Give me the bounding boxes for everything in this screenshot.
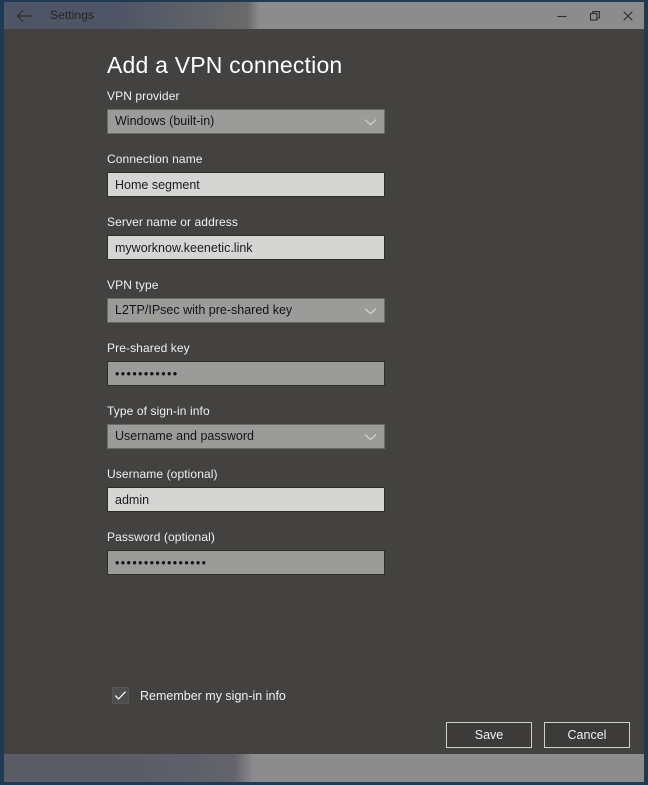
cancel-button[interactable]: Cancel <box>544 722 630 748</box>
label-vpn-type: VPN type <box>107 278 159 292</box>
vpn-provider-value: Windows (built-in) <box>115 114 215 128</box>
chevron-down-icon <box>364 425 377 448</box>
field-connection-name: Connection name <box>107 152 387 197</box>
field-preshared-key: Pre-shared key <box>107 341 387 386</box>
remember-signin-label: Remember my sign-in info <box>140 688 286 703</box>
field-server-name: Server name or address <box>107 215 387 260</box>
window-title: Settings <box>50 8 95 22</box>
server-name-input[interactable] <box>107 235 385 260</box>
field-username: Username (optional) <box>107 467 387 512</box>
settings-content: Add a VPN connection VPN provider Window… <box>4 29 644 754</box>
minimize-icon[interactable] <box>545 2 578 29</box>
close-icon[interactable] <box>611 2 644 29</box>
vpn-provider-select[interactable]: Windows (built-in) <box>107 109 385 134</box>
field-password: Password (optional) <box>107 530 387 575</box>
settings-window: Settings Add a VPN connection VPN provid… <box>0 0 648 785</box>
taskbar-strip <box>4 754 644 782</box>
chevron-down-icon <box>364 299 377 322</box>
page-title: Add a VPN connection <box>107 52 343 78</box>
label-signin-type: Type of sign-in info <box>107 404 210 418</box>
username-input[interactable] <box>107 487 385 512</box>
field-signin-type: Type of sign-in info Username and passwo… <box>107 404 387 449</box>
title-bar: Settings <box>4 2 644 29</box>
label-password: Password (optional) <box>107 530 215 544</box>
signin-type-select[interactable]: Username and password <box>107 424 385 449</box>
dialog-buttons: Save Cancel <box>446 722 630 748</box>
connection-name-input[interactable] <box>107 172 385 197</box>
restore-icon[interactable] <box>578 2 611 29</box>
remember-signin-row[interactable]: Remember my sign-in info <box>112 687 286 704</box>
field-vpn-type: VPN type L2TP/IPsec with pre-shared key <box>107 278 387 323</box>
label-server-name: Server name or address <box>107 215 238 229</box>
label-vpn-provider: VPN provider <box>107 89 180 103</box>
vpn-type-select[interactable]: L2TP/IPsec with pre-shared key <box>107 298 385 323</box>
remember-signin-checkbox[interactable] <box>112 687 129 704</box>
label-preshared-key: Pre-shared key <box>107 341 190 355</box>
window-controls <box>545 2 644 29</box>
vpn-form: VPN provider Windows (built-in) Connecti… <box>107 89 387 593</box>
signin-type-value: Username and password <box>115 429 254 443</box>
field-vpn-provider: VPN provider Windows (built-in) <box>107 89 387 134</box>
preshared-key-input[interactable] <box>107 361 385 386</box>
save-button[interactable]: Save <box>446 722 532 748</box>
vpn-type-value: L2TP/IPsec with pre-shared key <box>115 303 293 317</box>
label-username: Username (optional) <box>107 467 218 481</box>
chevron-down-icon <box>364 110 377 133</box>
label-connection-name: Connection name <box>107 152 203 166</box>
back-arrow-icon[interactable] <box>10 2 38 29</box>
password-input[interactable] <box>107 550 385 575</box>
